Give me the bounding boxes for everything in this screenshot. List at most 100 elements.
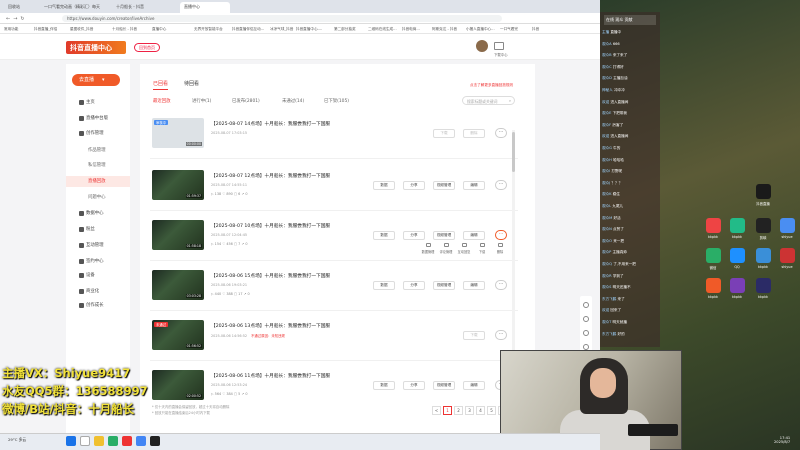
more-icon[interactable]: ··· [495, 330, 507, 340]
search-taskbar-icon[interactable] [80, 436, 90, 446]
search-input[interactable]: 搜索标题或关键词 ⌕ [462, 96, 515, 105]
hover-action[interactable]: 评论管理 [438, 243, 454, 254]
video-thumbnail[interactable]: 02:00:52 [152, 370, 204, 400]
bookmark-item[interactable]: 抖音直播中心-... [296, 27, 322, 32]
bookmark-item[interactable]: 抖音直播伴侣互动... [232, 27, 264, 32]
sidebar-item[interactable]: 数据中心 [66, 208, 130, 219]
bookmark-item[interactable]: 阿斯克达 - 抖音 [432, 27, 457, 32]
bookmark-item[interactable]: 十月船长 - 抖音 [112, 27, 137, 32]
feedback-icon[interactable] [583, 302, 589, 308]
row-action-button[interactable]: 编辑 [463, 231, 485, 240]
bookmark-item[interactable]: 直播中心 [152, 27, 166, 32]
hover-action[interactable]: 数据管理 [420, 243, 436, 254]
desktop-app-icon[interactable] [756, 218, 771, 233]
filter-tab[interactable]: 已发布(2801) [232, 98, 260, 104]
bookmark-item[interactable]: 抖音 [532, 27, 539, 32]
row-title[interactable]: 【2025-08-07 12点场】十月船长：我服尝我打一下国服 [211, 173, 330, 179]
scrollbar-thumb[interactable] [512, 132, 515, 172]
tab-watched[interactable]: 已回看 [153, 80, 169, 90]
wechat-taskbar-icon[interactable] [108, 436, 118, 446]
filter-tab[interactable]: 最近回放 [153, 98, 171, 104]
row-action-button[interactable]: 数据 [373, 281, 395, 290]
bookmark-item[interactable]: 第二部分抽奖 [334, 27, 356, 32]
row-action-button[interactable]: 视频管理 [433, 381, 455, 390]
nav-arrows-icon[interactable]: ←→↻ [6, 16, 28, 22]
more-icon[interactable]: ··· [495, 230, 507, 240]
more-icon[interactable]: ··· [495, 128, 507, 138]
filter-tab[interactable]: 已下架(105) [324, 98, 349, 104]
rules-link[interactable]: 点击了解更多直播回放规则 [470, 83, 513, 88]
page-button[interactable]: < [432, 406, 441, 415]
filter-tab[interactable]: 未通过(14) [282, 98, 304, 104]
bookmark-item[interactable]: 抖音直播_伴侣 [34, 27, 57, 32]
row-action-button[interactable]: 数据 [373, 231, 395, 240]
obs-taskbar-icon[interactable] [150, 436, 160, 446]
page-button[interactable]: 1 [443, 406, 452, 415]
row-action-button[interactable]: 分享 [403, 231, 425, 240]
desktop-app-icon[interactable] [706, 278, 721, 293]
video-thumbnail[interactable]: 未通过 01:56:52 [152, 320, 204, 350]
row-action-button[interactable]: 数据 [373, 181, 395, 190]
sidebar-item[interactable]: 作品管理 [66, 145, 130, 156]
tab-3[interactable]: 十月船长 - 抖音 [112, 2, 178, 13]
row-action-button[interactable]: 分享 [403, 181, 425, 190]
weather-widget[interactable]: 29°C 多云 [8, 437, 26, 443]
desktop-app-icon[interactable] [756, 184, 771, 199]
sidebar-item[interactable]: 主页 [66, 97, 130, 108]
home-button[interactable]: 回到首页 [134, 43, 160, 52]
desktop-app-icon[interactable] [730, 218, 745, 233]
row-action-button[interactable]: 视频管理 [433, 181, 455, 190]
avatar[interactable] [476, 40, 488, 52]
sidebar-item[interactable]: 问题中心 [66, 192, 130, 203]
bookmark-item[interactable]: 抖音电商... [402, 27, 420, 32]
video-thumbnail[interactable]: 01:59:37 [152, 170, 204, 200]
row-title[interactable]: 【2025-08-06 15点场】十月船长：我服尝我打一下国服 [211, 273, 330, 279]
chat-icon[interactable] [583, 330, 589, 336]
desktop-app-icon[interactable] [756, 278, 771, 293]
row-title[interactable]: 【2025-08-06 13点场】十月船长：我服尝我打一下国服 [211, 323, 330, 329]
sidebar-item[interactable]: 互动管理 [66, 240, 130, 251]
sidebar-item[interactable]: 粉丝 [66, 224, 130, 235]
hover-action[interactable]: 删除 [492, 243, 508, 254]
row-action-button[interactable]: 编辑 [463, 181, 485, 190]
more-icon[interactable]: ··· [495, 280, 507, 290]
row-action-button[interactable]: 编辑 [463, 381, 485, 390]
go-live-button[interactable]: 去直播 ▾ [72, 74, 120, 86]
desktop-app-icon[interactable] [730, 278, 745, 293]
video-thumbnail[interactable]: 审核中 00:00:00 [152, 118, 204, 148]
sidebar-item[interactable]: 商业化 [66, 286, 130, 297]
page-button[interactable]: 2 [454, 406, 463, 415]
browser-taskbar-icon[interactable] [136, 436, 146, 446]
bookmark-item[interactable]: 小猪人直播中心... [466, 27, 495, 32]
page-button[interactable]: 4 [476, 406, 485, 415]
row-action-button[interactable]: 视频管理 [433, 281, 455, 290]
row-action-button[interactable]: 分享 [403, 281, 425, 290]
tab-2[interactable]: 一口气看完动画（精彩汇）每天 [40, 2, 110, 13]
row-action-button[interactable]: 数据 [373, 381, 395, 390]
hover-action[interactable]: 互动回复 [456, 243, 472, 254]
filter-tab[interactable]: 进行中(1) [192, 98, 211, 104]
bookmark-item[interactable]: 星图收件_抖音 [70, 27, 93, 32]
desktop-app-icon[interactable] [780, 248, 795, 263]
desktop-app-icon[interactable] [756, 248, 771, 263]
desktop-app-icon[interactable] [780, 218, 795, 233]
row-title[interactable]: 【2025-08-07 14点场】十月船长：我服尝我打一下国服 [211, 121, 330, 127]
hover-action[interactable]: 下载 [474, 243, 490, 254]
row-title[interactable]: 【2025-08-06 11点场】十月船长：我服尝我打一下国服 [211, 373, 330, 379]
tab-1[interactable]: 回收站 [4, 2, 38, 13]
page-button[interactable]: 3 [465, 406, 474, 415]
bookmark-item[interactable]: 常用功能 [4, 27, 18, 32]
sidebar-item[interactable]: 直播中台版 [66, 113, 130, 124]
sidebar-item[interactable]: 设备 [66, 270, 130, 281]
download-icon[interactable] [494, 42, 504, 50]
video-thumbnail[interactable]: 01:58:18 [152, 220, 204, 250]
row-title[interactable]: 【2025-08-07 10点场】十月船长：我服尝我打一下国服 [211, 223, 330, 229]
more-icon[interactable]: ··· [495, 180, 507, 190]
bookmark-item[interactable]: 二维码在线生成... [368, 27, 397, 32]
bookmark-item[interactable]: 无界开放智能平台 [194, 27, 223, 32]
desktop-app-icon[interactable] [706, 218, 721, 233]
desktop-app-icon[interactable] [706, 248, 721, 263]
sidebar-item[interactable]: 直播回放 [66, 176, 130, 187]
row-action-button[interactable]: 视频管理 [433, 231, 455, 240]
bookmark-item[interactable]: 冰凉气球_抖音 [270, 27, 293, 32]
